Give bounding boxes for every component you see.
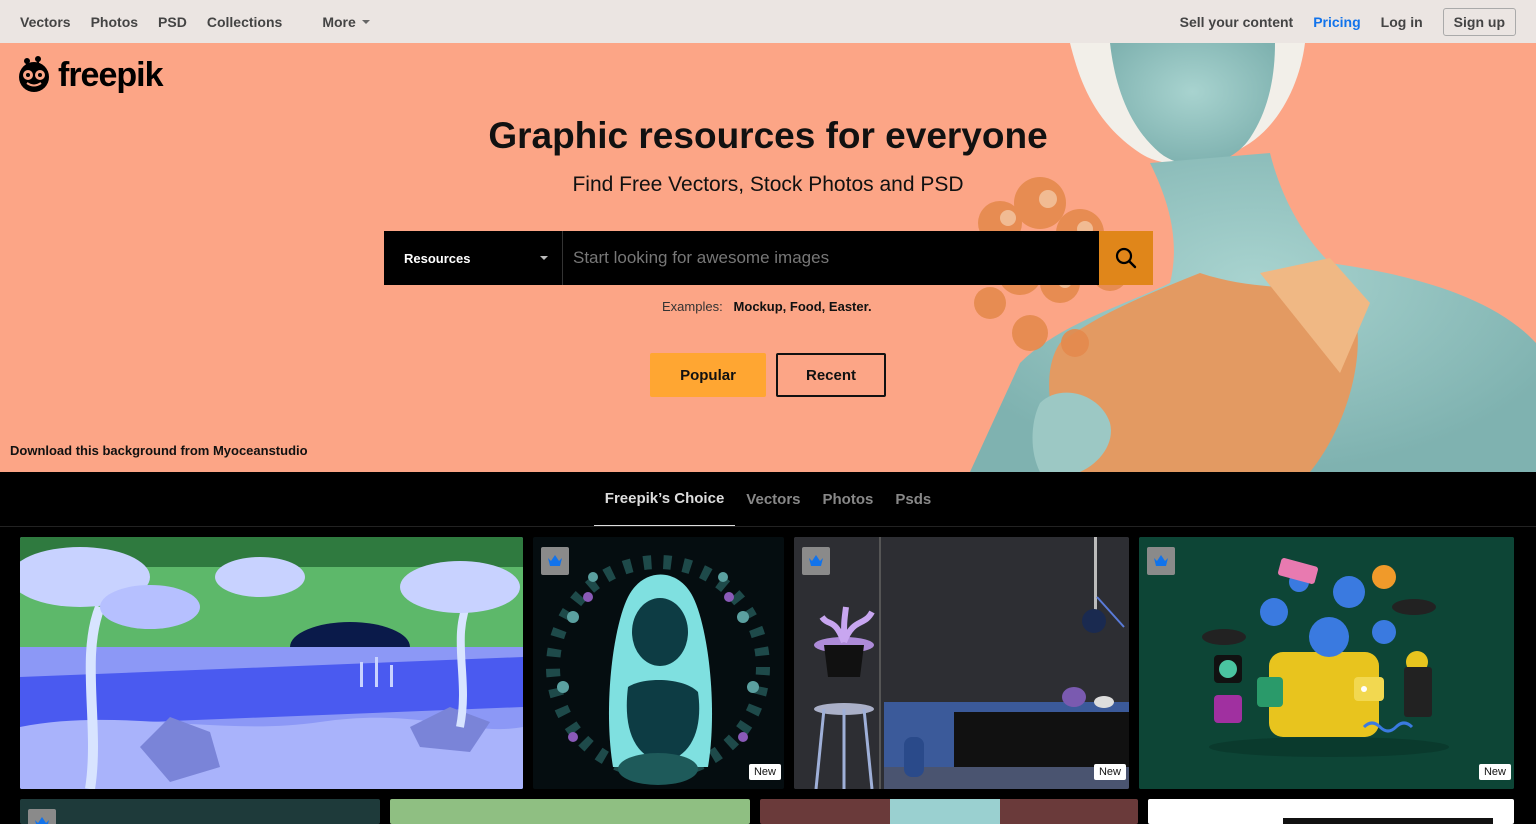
search-button[interactable] xyxy=(1099,231,1153,285)
tab-vectors[interactable]: Vectors xyxy=(735,472,811,526)
search-input[interactable] xyxy=(563,231,1099,285)
resource-type-value: Resources xyxy=(404,250,471,266)
signup-button[interactable]: Sign up xyxy=(1442,7,1516,36)
recent-button[interactable]: Recent xyxy=(776,353,886,397)
savanna-illustration xyxy=(20,537,523,789)
crown-icon xyxy=(1154,555,1168,566)
search-bar: Resources xyxy=(384,231,1153,285)
search-examples: Examples: Mockup, Food, Easter. xyxy=(662,299,872,314)
top-nav-left: Vectors Photos PSD Collections More xyxy=(20,14,370,30)
logo-wordmark: freepik xyxy=(58,55,163,94)
resource-type-select[interactable]: Resources xyxy=(384,231,563,285)
sell-content-link[interactable]: Sell your content xyxy=(1180,14,1294,30)
premium-badge xyxy=(28,809,56,824)
row2-3-figure xyxy=(890,799,1000,824)
category-tabs: Freepik’s Choice Vectors Photos Psds xyxy=(0,472,1536,527)
hero-subtitle: Find Free Vectors, Stock Photos and PSD xyxy=(572,173,964,196)
mother-child-illustration xyxy=(546,555,770,785)
tab-psds[interactable]: Psds xyxy=(884,472,942,526)
search-icon xyxy=(1115,247,1137,269)
resource-card-mother-child[interactable]: New xyxy=(533,537,784,789)
nav-more-menu[interactable]: More xyxy=(322,13,370,30)
resource-card-row2-4[interactable] xyxy=(1148,799,1514,824)
resource-card-row2-3[interactable] xyxy=(760,799,1138,824)
hero-banner: freepik Graphic resources for everyone F… xyxy=(0,43,1536,472)
top-nav-right: Sell your content Pricing Log in Sign up xyxy=(1160,7,1516,36)
top-navigation: Vectors Photos PSD Collections More Sell… xyxy=(0,0,1536,43)
freepik-logo[interactable]: freepik xyxy=(14,55,163,95)
chevron-down-icon xyxy=(361,19,370,24)
resource-card-crypto-wallet[interactable]: New xyxy=(1139,537,1514,789)
new-badge: New xyxy=(1093,764,1126,780)
premium-badge xyxy=(541,547,569,575)
nav-psd[interactable]: PSD xyxy=(158,14,187,30)
example-easter[interactable]: Easter. xyxy=(829,299,872,314)
pricing-link[interactable]: Pricing xyxy=(1313,14,1360,30)
examples-label: Examples: xyxy=(662,299,723,314)
tab-photos[interactable]: Photos xyxy=(812,472,885,526)
crown-icon xyxy=(548,555,562,566)
hero-title: Graphic resources for everyone xyxy=(488,115,1048,156)
nav-vectors[interactable]: Vectors xyxy=(20,14,71,30)
crown-icon xyxy=(35,817,49,824)
freepik-logo-icon xyxy=(19,56,49,92)
crypto-wallet-illustration xyxy=(1139,537,1514,789)
login-link[interactable]: Log in xyxy=(1381,14,1423,30)
chevron-down-icon xyxy=(540,256,548,260)
nav-more-label: More xyxy=(322,13,356,30)
popular-button[interactable]: Popular xyxy=(650,353,766,397)
premium-badge xyxy=(1147,547,1175,575)
premium-badge xyxy=(802,547,830,575)
crown-icon xyxy=(809,555,823,566)
nav-collections[interactable]: Collections xyxy=(207,14,282,30)
row2-4-figure xyxy=(1283,818,1493,824)
interior-3d-render xyxy=(794,537,1129,789)
example-food[interactable]: Food, xyxy=(790,299,825,314)
tab-freepiks-choice[interactable]: Freepik’s Choice xyxy=(593,472,736,526)
nav-photos[interactable]: Photos xyxy=(91,14,138,30)
background-credit-link[interactable]: Download this background from Myoceanstu… xyxy=(10,443,308,458)
resource-card-savanna[interactable] xyxy=(20,537,523,789)
resource-card-row2-2[interactable] xyxy=(390,799,750,824)
resource-card-interior[interactable]: New xyxy=(794,537,1129,789)
example-mockup[interactable]: Mockup, xyxy=(734,299,787,314)
new-badge: New xyxy=(748,764,781,780)
new-badge: New xyxy=(1478,764,1511,780)
resource-card-row2-1[interactable] xyxy=(20,799,380,824)
